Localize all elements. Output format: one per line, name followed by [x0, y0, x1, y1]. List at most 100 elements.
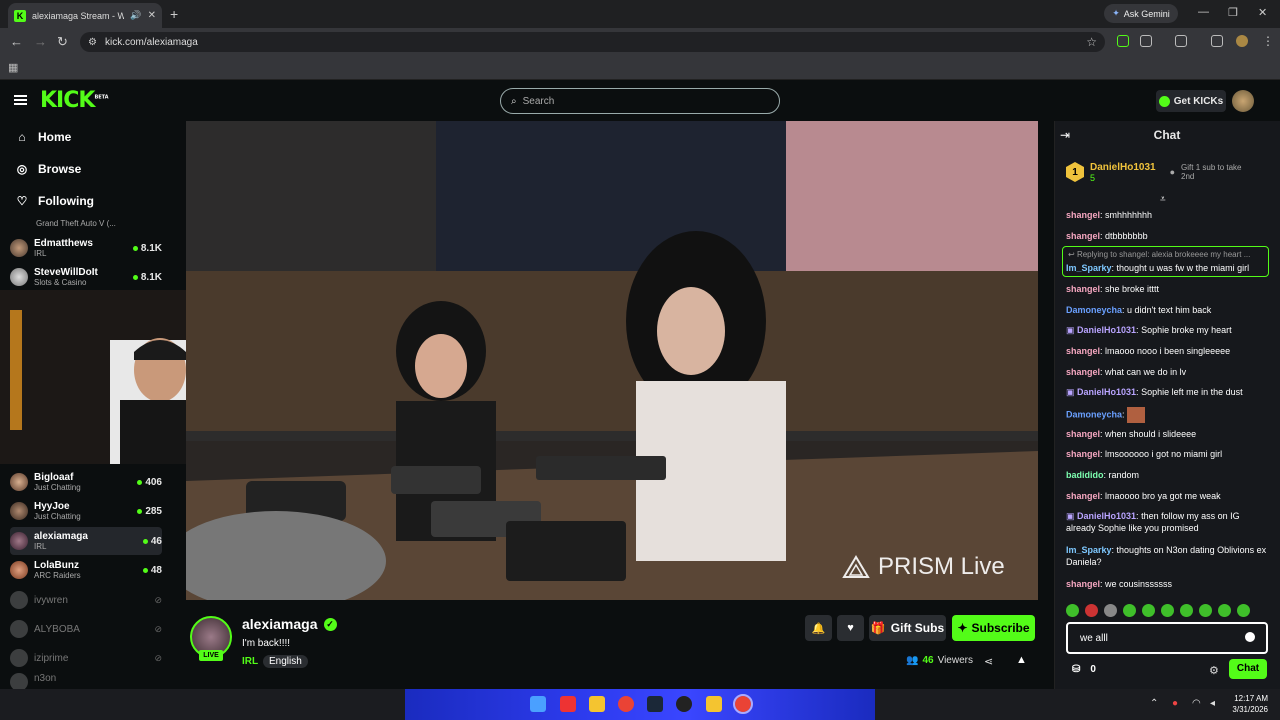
sidebar-channel[interactable]: LolaBunz ARC Raiders 48 [10, 556, 162, 584]
reload-icon[interactable]: ↻ [57, 34, 68, 50]
follow-heart-button[interactable]: ♥ [837, 615, 864, 641]
chat-username[interactable]: shangel [1066, 210, 1100, 220]
channel-points[interactable]: ⛁ 0 [1072, 664, 1096, 675]
app-icon[interactable] [560, 696, 576, 712]
extension-icon[interactable] [1117, 35, 1129, 47]
bookmark-star-icon[interactable]: ☆ [1086, 35, 1097, 49]
extensions-puzzle-icon[interactable] [1140, 35, 1152, 47]
emote-icon[interactable] [1066, 603, 1079, 617]
chat-username[interactable]: shangel [1066, 429, 1100, 439]
emote-icon[interactable] [1199, 603, 1212, 617]
apps-grid-icon[interactable]: ▦ [8, 61, 18, 74]
sidebar-channel-offline[interactable]: ivywren ⊘ [10, 586, 162, 614]
chat-username[interactable]: shangel [1066, 284, 1100, 294]
reading-list-icon[interactable] [1175, 35, 1187, 47]
streamer-name[interactable]: alexiamaga [242, 616, 318, 632]
chat-username[interactable]: Damoneycha [1066, 305, 1122, 315]
close-window-button[interactable]: ✕ [1258, 6, 1267, 19]
chrome-icon[interactable] [618, 696, 634, 712]
sidebar-channel[interactable]: Edmatthews IRL 8.1K [10, 234, 162, 262]
taskbar-clock[interactable]: 12:17 AM 3/31/2026 [1230, 693, 1268, 715]
chat-username[interactable]: Im_Sparky [1066, 545, 1112, 555]
chat-username[interactable]: shangel [1066, 346, 1100, 356]
chat-username[interactable]: Damoneycha [1066, 409, 1122, 419]
gift-subs-button[interactable]: 🎁 Gift Subs [869, 615, 946, 641]
tray-chevron-icon[interactable]: ⌃ [1150, 698, 1158, 709]
sidebar-channel[interactable]: HyyJoe Just Chatting 285 [10, 497, 162, 525]
wifi-icon[interactable]: ◠ [1192, 698, 1201, 709]
chat-username[interactable]: badidido [1066, 470, 1104, 480]
share-icon[interactable]: ⋖ [984, 655, 993, 668]
obs-icon[interactable] [676, 696, 692, 712]
emote-icon[interactable] [1161, 603, 1174, 617]
emote-icon[interactable] [1218, 603, 1231, 617]
sidebar-channel-offline[interactable]: ALYBOBA ⊘ [10, 615, 162, 643]
chat-username[interactable]: Im_Sparky [1066, 263, 1112, 273]
minimize-button[interactable]: — [1198, 6, 1209, 18]
nav-browse[interactable]: ◎ Browse [16, 162, 82, 176]
sidebar-channel-offline[interactable]: n3on [10, 673, 162, 689]
search-input[interactable]: ⌕ Search [500, 88, 780, 114]
media-control-icon[interactable] [1211, 35, 1223, 47]
expand-pinned-icon[interactable]: ⩡ [1160, 194, 1166, 205]
emote-icon[interactable] [1142, 603, 1155, 617]
subscribe-button[interactable]: ✦ Subscribe [952, 615, 1035, 641]
volume-icon[interactable]: ◂ [1210, 698, 1215, 709]
emote-icon[interactable] [1237, 603, 1250, 617]
profile-avatar[interactable] [1236, 35, 1248, 47]
chat-input[interactable]: we alll [1066, 622, 1268, 654]
sidebar-channel[interactable]: Bigloaaf Just Chatting 406 [10, 468, 162, 496]
chat-username[interactable]: DanielHo1031 [1077, 325, 1136, 335]
emoji-picker-icon[interactable] [1245, 632, 1255, 642]
file-explorer-icon[interactable] [589, 696, 605, 712]
chat-username[interactable]: DanielHo1031 [1077, 511, 1136, 521]
channel-category: Just Chatting [34, 511, 81, 521]
nav-home[interactable]: ⌂ Home [16, 130, 71, 144]
maximize-button[interactable]: ❐ [1228, 6, 1238, 19]
back-icon[interactable]: ← [10, 34, 23, 49]
chat-username[interactable]: shangel [1066, 449, 1100, 459]
chat-username[interactable]: shangel [1066, 231, 1100, 241]
kick-logo[interactable]: KICKBETA [40, 88, 109, 113]
new-tab-button[interactable]: + [170, 6, 178, 22]
sidebar-channel-offline[interactable]: iziprime ⊘ [10, 644, 162, 672]
get-kicks-button[interactable]: Get KICKs [1156, 90, 1226, 112]
emote-icon[interactable] [1085, 603, 1098, 617]
user-avatar[interactable] [1232, 90, 1254, 112]
collapse-chat-icon[interactable]: ⇥ [1060, 128, 1070, 142]
chrome-active-icon[interactable] [733, 694, 753, 714]
sidebar-channel-selected[interactable]: alexiamaga IRL 46 [10, 527, 162, 555]
ask-gemini-button[interactable]: ✦ Ask Gemini [1104, 4, 1178, 23]
video-player[interactable] [186, 121, 1038, 600]
url-bar[interactable]: ⚙ kick.com/alexiamaga ☆ [80, 32, 1105, 52]
emote-icon[interactable] [1180, 603, 1193, 617]
steam-icon[interactable] [647, 696, 663, 712]
chat-username[interactable]: shangel [1066, 579, 1100, 589]
gifter-name[interactable]: DanielHo1031 [1090, 162, 1156, 173]
chat-username[interactable]: shangel [1066, 367, 1100, 377]
nav-following[interactable]: ♡ Following [16, 194, 94, 208]
stream-category[interactable]: IRL [242, 656, 258, 667]
send-chat-button[interactable]: Chat [1229, 659, 1267, 679]
site-info-icon[interactable]: ⚙ [88, 37, 97, 48]
chat-username[interactable]: shangel [1066, 491, 1100, 501]
speaker-icon[interactable]: 🔊 [130, 10, 141, 21]
gift-sub-prompt[interactable]: Gift 1 sub to take 2nd [1181, 163, 1257, 181]
sidebar-channel[interactable]: SteveWillDoIt Slots & Casino 8.1K [10, 263, 162, 291]
security-shield-icon[interactable] [706, 696, 722, 712]
windows-start-icon[interactable] [530, 696, 546, 712]
emote-icon[interactable] [1123, 603, 1136, 617]
emote-icon[interactable] [1104, 603, 1117, 617]
report-icon[interactable]: ▲ [1016, 654, 1027, 666]
notification-bell-button[interactable]: 🔔 [805, 615, 832, 641]
chat-username[interactable]: DanielHo1031 [1077, 387, 1136, 397]
browser-tab[interactable]: K alexiamaga Stream - Watch 🔊 ✕ [8, 3, 162, 28]
chat-settings-icon[interactable]: ⚙ [1209, 664, 1219, 677]
forward-icon[interactable]: → [34, 34, 47, 49]
tab-close-icon[interactable]: ✕ [148, 10, 156, 21]
hamburger-menu-icon[interactable] [14, 93, 27, 107]
language-tag[interactable]: English [263, 655, 308, 668]
microphone-icon[interactable]: ● [1172, 698, 1178, 709]
menu-dots-icon[interactable]: ⋮ [1262, 34, 1274, 48]
channel-name: alexiamaga [34, 530, 88, 542]
